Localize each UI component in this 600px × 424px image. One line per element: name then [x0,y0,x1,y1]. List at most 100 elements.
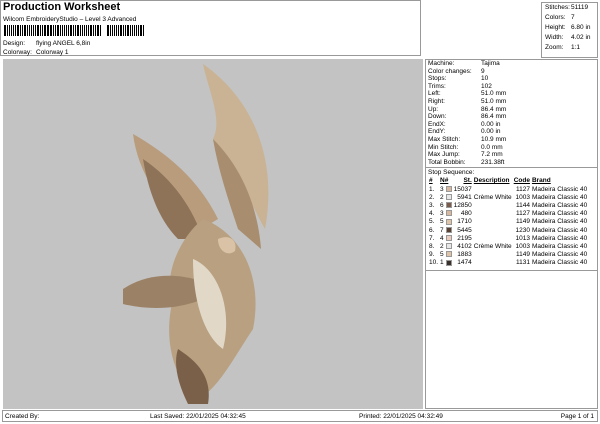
printed-date: Printed: 22/01/2025 04:32:49 [359,413,443,420]
thread-brand: Madeira Classic 40 [531,242,588,250]
info-value: 86.4 mm [481,113,507,121]
info-label: Trims: [428,82,446,90]
stat-label: Colors: [545,14,566,21]
thread-description: Crème White [473,193,512,201]
color-swatch [445,202,452,209]
stat-label: Zoom: [545,44,564,51]
info-value: 7.2 mm [481,151,503,159]
barcode-bar [92,25,94,36]
thread-code: 1149 [515,218,530,226]
barcode-bar [28,25,30,36]
color-swatch [445,251,452,258]
info-value: 86.4 mm [481,105,507,113]
page-number: Page 1 of 1 [560,413,594,420]
barcode-bar [21,25,23,36]
barcode-bar [113,25,116,36]
barcode-bar [86,25,88,36]
info-row: Trims: 102 [426,83,597,91]
design-stats: Stitches:51119 Colors: 7 Height: 6.80 in Widt… [541,2,598,58]
thread-brand: Madeira Classic 40 [531,218,588,226]
thread-code: 1131 [515,259,530,267]
barcode-bar [48,25,50,36]
info-row: Total Bobbin: 231.38ft [426,159,597,167]
info-label: EndY: [428,128,446,136]
barcode-bar [126,25,129,36]
barcode-bar [142,25,144,36]
stat-label: Stitches: [545,4,570,11]
thread-brand: Madeira Classic 40 [531,259,588,267]
worksheet-header: Production Worksheet Wilcom EmbroiderySt… [0,0,421,56]
barcode-bar [116,25,118,36]
info-label: Total Bobbin: [428,158,466,166]
stat-value: 6.80 in [571,24,591,31]
needle-number: 4 [440,234,444,242]
barcode-bar [88,25,90,36]
stop-number: 5. [429,218,435,226]
page-title: Production Worksheet [3,1,121,13]
barcode-bar [79,25,81,36]
stat-label: Height: [545,24,566,31]
footer: Created By: Last Saved: 22/01/2025 04:32… [2,410,598,422]
thread-description: Crème White [473,242,512,250]
info-row: Stops: 10 [426,75,597,83]
stitch-count: 5941 [457,193,472,201]
info-row: Color changes: 9 [426,68,597,76]
angel-embroidery-image [123,64,269,404]
thread-code: 1149 [515,251,530,259]
stop-number: 10. [429,259,439,267]
barcode-bar [57,25,59,36]
info-row: Right: 51.0 mm [426,98,597,106]
column-header: Brand [531,177,551,185]
barcode-bar [124,25,126,36]
thread-code: 1013 [515,234,530,242]
table-row: 5. 5 1710 1149 Madeira Classic 40 [428,218,588,226]
color-swatch [445,218,452,225]
barcode-bar [23,25,26,36]
thread-description [473,218,513,226]
info-value: 0.0 mm [481,143,503,151]
stat-value: 4.02 in [571,34,591,41]
thread-brand: Madeira Classic 40 [531,251,588,259]
stitch-count: 5445 [457,226,472,234]
info-row: EndX: 0.00 in [426,121,597,129]
color-swatch [445,235,452,242]
stop-number: 1. [429,185,435,193]
stat-row: Colors: 7 [542,13,597,23]
barcode-bar [37,25,39,36]
barcode-bar [136,25,138,36]
stat-value: 1:1 [571,44,581,51]
thread-description [473,186,513,194]
design-name: flying ANGEL 6,8in [36,40,91,47]
column-header: Description [473,177,510,185]
color-swatch [445,185,452,192]
info-row: Max Jump: 7.2 mm [426,151,597,159]
thread-brand: Madeira Classic 40 [531,234,588,242]
barcode-bar [13,25,15,36]
info-value: 51.0 mm [481,97,507,105]
barcode-bar [4,25,6,36]
table-row: 8. 2 4102 Crème White 1003 Madeira Classic 40 [428,243,588,251]
barcode-bar [111,25,113,36]
table-row: 1. 3 15037 1127 Madeira Classic 40 [428,186,588,194]
design-label: Design: [3,40,26,47]
color-swatch [445,194,452,200]
info-label: Min Stitch: [428,143,459,151]
barcode-bar [63,25,66,36]
design-info-panel: Machine: Tajima Color changes: 9 Stops: 10 Tri… [425,59,598,409]
barcode-bar [59,25,61,36]
stop-number: 3. [429,201,435,209]
barcode-bar [61,25,63,36]
info-value: 102 [481,82,492,90]
needle-number: 2 [440,242,444,250]
machine-info: Machine: Tajima Color changes: 9 Stops: 10 Tri… [426,60,597,166]
stop-sequence-table: # N# St. Description Code Brand 1. 3 15037 1127 M… [428,177,588,267]
table-row: 7. 4 2195 1013 Madeira Classic 40 [428,235,588,243]
barcode-bar [101,25,106,36]
needle-number: 7 [440,226,444,234]
barcode-bar [99,25,101,36]
barcode-bar [46,25,48,36]
barcode-bar [129,25,131,36]
thread-code: 1003 [515,242,530,250]
stitch-count: 15037 [453,185,472,193]
stat-value: 51119 [571,4,589,11]
